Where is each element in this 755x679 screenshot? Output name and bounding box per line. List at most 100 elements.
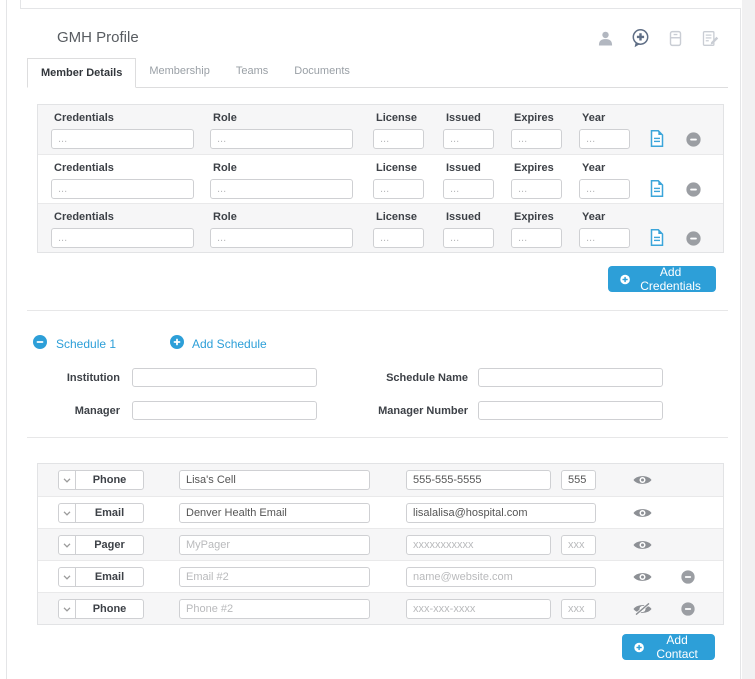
issued-input[interactable] [443, 129, 494, 149]
remove-contact-icon[interactable] [681, 602, 696, 617]
contact-type-value[interactable]: Pager [75, 535, 144, 555]
contact-type-value[interactable]: Phone [75, 470, 144, 490]
contact-type-dropdown[interactable] [58, 503, 76, 523]
expires-label: Expires [514, 211, 554, 223]
visibility-eye-slash-icon[interactable] [633, 603, 653, 616]
credential-row: Credentials Role License Issued Expires … [38, 105, 723, 154]
contact-ext-input[interactable] [561, 535, 596, 555]
plus-circle-icon [620, 273, 630, 286]
contact-name-input[interactable] [179, 503, 370, 523]
chevron-down-icon [63, 511, 71, 516]
contact-name-input[interactable] [179, 599, 370, 619]
year-label: Year [582, 162, 605, 174]
tab-documents[interactable]: Documents [281, 57, 363, 87]
contact-type-value[interactable]: Email [75, 567, 144, 587]
contact-ext-input[interactable] [561, 599, 596, 619]
tab-bar: Member Details Membership Teams Document… [27, 58, 728, 88]
manager-input[interactable] [132, 401, 317, 420]
contact-card-icon[interactable] [664, 27, 686, 49]
remove-credential-icon[interactable] [686, 231, 701, 246]
document-icon[interactable] [650, 130, 665, 148]
page-title: GMH Profile [57, 29, 139, 46]
profile-page: GMH Profile [0, 0, 755, 679]
tab-teams[interactable]: Teams [223, 57, 281, 87]
visibility-eye-icon[interactable] [633, 571, 653, 584]
role-label: Role [213, 112, 237, 124]
chevron-down-icon [63, 607, 71, 612]
schedule-name-label: Schedule Name [350, 372, 468, 384]
issued-label: Issued [446, 112, 481, 124]
user-icon[interactable] [594, 27, 616, 49]
contact-name-input[interactable] [179, 567, 370, 587]
credentials-input[interactable] [51, 179, 194, 199]
credentials-label: Credentials [54, 211, 114, 223]
section-divider [27, 310, 728, 311]
year-input[interactable] [579, 179, 630, 199]
contact-number-input[interactable] [406, 535, 551, 555]
contact-row: Phone [38, 592, 723, 624]
year-input[interactable] [579, 228, 630, 248]
visibility-eye-icon[interactable] [633, 474, 653, 487]
license-input[interactable] [373, 129, 424, 149]
add-credentials-button[interactable]: Add Credentials [608, 266, 716, 292]
expires-input[interactable] [511, 129, 562, 149]
contact-type-dropdown[interactable] [58, 599, 76, 619]
visibility-eye-icon[interactable] [633, 539, 653, 552]
expires-input[interactable] [511, 228, 562, 248]
page-background-strip [742, 0, 755, 679]
contact-name-input[interactable] [179, 470, 370, 490]
institution-input[interactable] [132, 368, 317, 387]
header-toolbar [594, 27, 721, 49]
contact-name-input[interactable] [179, 535, 370, 555]
contact-number-input[interactable] [406, 599, 551, 619]
contact-number-input[interactable] [406, 470, 551, 490]
schedule-name-input[interactable] [478, 368, 663, 387]
role-input[interactable] [210, 179, 353, 199]
previous-panel-edge [20, 0, 741, 9]
manager-number-input[interactable] [478, 401, 663, 420]
license-input[interactable] [373, 179, 424, 199]
document-icon[interactable] [650, 180, 665, 198]
credentials-section: Credentials Role License Issued Expires … [37, 104, 724, 253]
contact-type-value[interactable]: Phone [75, 599, 144, 619]
contact-ext-input[interactable] [561, 470, 596, 490]
license-label: License [376, 211, 417, 223]
issued-input[interactable] [443, 179, 494, 199]
issued-input[interactable] [443, 228, 494, 248]
document-icon[interactable] [650, 229, 665, 247]
manager-number-label: Manager Number [350, 405, 468, 417]
comment-medical-icon[interactable] [629, 27, 651, 49]
contacts-section: Phone Email Pager [37, 463, 724, 625]
role-label: Role [213, 211, 237, 223]
year-input[interactable] [579, 129, 630, 149]
remove-credential-icon[interactable] [686, 132, 701, 147]
expires-input[interactable] [511, 179, 562, 199]
add-schedule-link[interactable]: Add Schedule [192, 337, 267, 351]
section-divider [27, 437, 728, 438]
tab-member-details[interactable]: Member Details [27, 58, 136, 88]
role-input[interactable] [210, 228, 353, 248]
file-edit-icon[interactable] [699, 27, 721, 49]
chevron-down-icon [63, 575, 71, 580]
license-input[interactable] [373, 228, 424, 248]
issued-label: Issued [446, 211, 481, 223]
contact-type-value[interactable]: Email [75, 503, 144, 523]
visibility-eye-icon[interactable] [633, 507, 653, 520]
credentials-input[interactable] [51, 228, 194, 248]
remove-credential-icon[interactable] [686, 182, 701, 197]
role-input[interactable] [210, 129, 353, 149]
contact-number-input[interactable] [406, 503, 596, 523]
contact-type-dropdown[interactable] [58, 535, 76, 555]
remove-contact-icon[interactable] [681, 570, 696, 585]
add-schedule-icon[interactable] [170, 335, 184, 349]
contact-type-dropdown[interactable] [58, 470, 76, 490]
add-contact-button[interactable]: Add Contact [622, 634, 715, 660]
credentials-input[interactable] [51, 129, 194, 149]
tab-membership[interactable]: Membership [136, 57, 223, 87]
expires-label: Expires [514, 112, 554, 124]
collapse-schedule-icon[interactable] [33, 335, 47, 349]
license-label: License [376, 112, 417, 124]
contact-number-input[interactable] [406, 567, 596, 587]
contact-row: Email [38, 560, 723, 592]
contact-type-dropdown[interactable] [58, 567, 76, 587]
